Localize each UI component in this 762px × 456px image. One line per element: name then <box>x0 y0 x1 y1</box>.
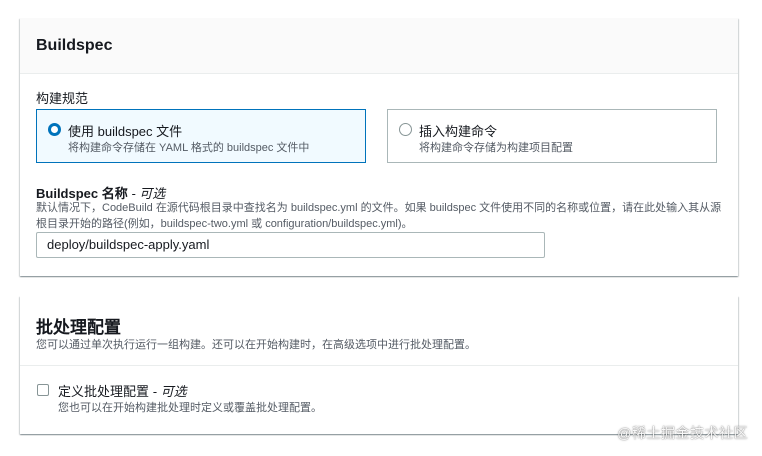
build-spec-label: 构建规范 <box>36 91 89 106</box>
option-title: 插入构建命令 <box>419 124 498 139</box>
define-batch-config-checkbox[interactable] <box>37 384 49 396</box>
batch-config-panel: 批处理配置 您可以通过单次执行运行一组构建。还可以在开始构建时，在高级选项中进行… <box>20 296 738 434</box>
buildspec-panel: Buildspec 构建规范 使用 buildspec 文件 将构建命令存储在 … <box>20 18 738 276</box>
radio-unselected-icon[interactable] <box>399 123 412 136</box>
option-description: 将构建命令存储为构建项目配置 <box>419 142 573 154</box>
define-batch-config-description: 您也可以在开始构建批处理时定义或覆盖批处理配置。 <box>58 402 322 414</box>
buildspec-panel-title: Buildspec <box>36 36 113 54</box>
checkbox-label-text: 定义批处理配置 <box>58 384 150 399</box>
option-description: 将构建命令存储在 YAML 格式的 buildspec 文件中 <box>68 142 310 154</box>
optional-tag: - 可选 <box>127 186 166 201</box>
divider <box>20 365 738 366</box>
optional-tag: - 可选 <box>149 384 187 399</box>
buildspec-name-input[interactable]: deploy/buildspec-apply.yaml <box>36 232 545 258</box>
use-buildspec-file-option[interactable]: 使用 buildspec 文件 将构建命令存储在 YAML 格式的 builds… <box>36 109 366 163</box>
buildspec-panel-header: Buildspec <box>20 18 738 74</box>
batch-config-description: 您可以通过单次执行运行一组构建。还可以在开始构建时，在高级选项中进行批处理配置。 <box>36 339 476 351</box>
option-title: 使用 buildspec 文件 <box>68 124 183 139</box>
batch-config-title: 批处理配置 <box>36 318 121 337</box>
buildspec-name-label-text: Buildspec 名称 <box>36 186 128 201</box>
watermark-text: @稀土掘金技术社区 <box>617 425 748 441</box>
define-batch-config-label[interactable]: 定义批处理配置 - 可选 <box>58 381 187 400</box>
insert-build-commands-option[interactable]: 插入构建命令 将构建命令存储为构建项目配置 <box>387 109 717 163</box>
buildspec-name-help: 默认情况下，CodeBuild 在源代码根目录中查找名为 buildspec.y… <box>36 202 722 230</box>
radio-selected-icon[interactable] <box>48 123 61 136</box>
